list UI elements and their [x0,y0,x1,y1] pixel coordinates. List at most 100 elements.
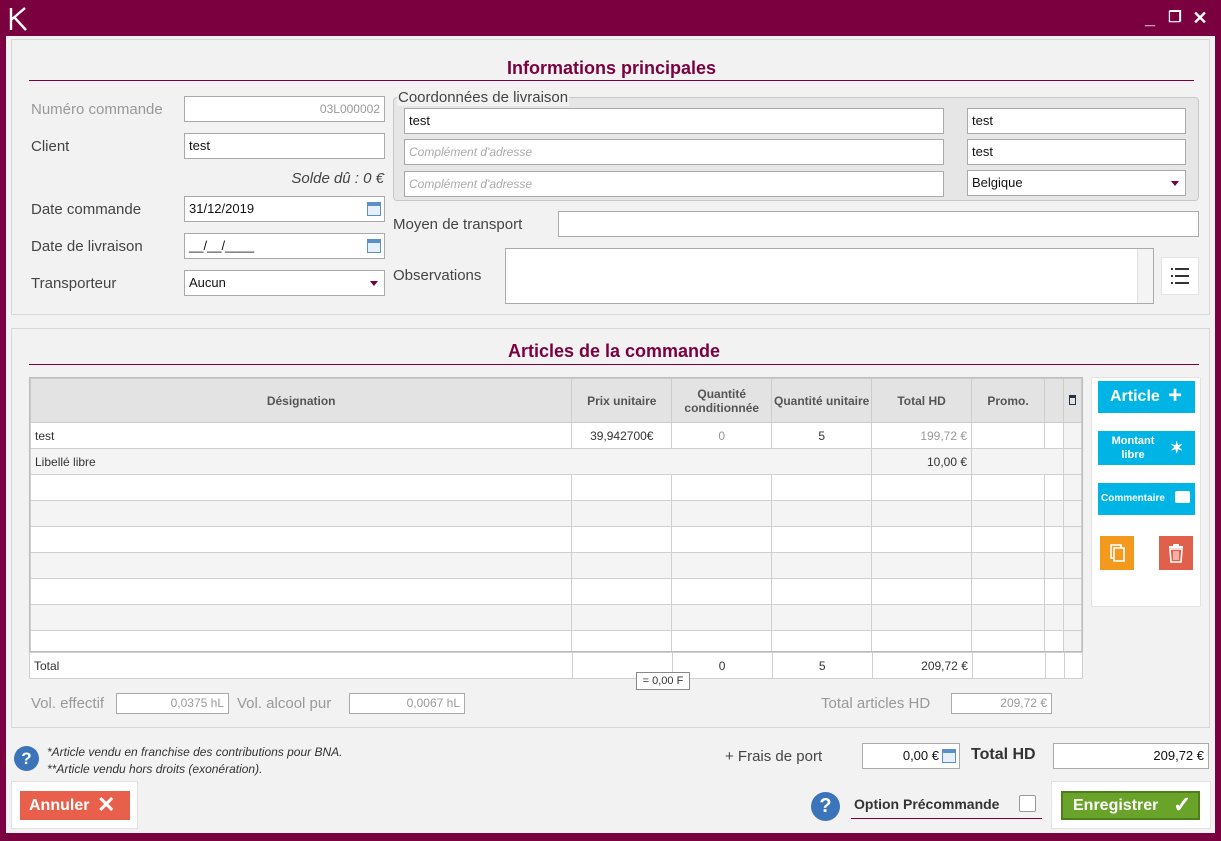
precommande-help-icon[interactable]: ? [811,792,840,821]
table-row[interactable] [30,604,1082,631]
frais-port-label: + Frais de port [725,748,823,765]
delivery-legend: Coordonnées de livraison [397,89,570,106]
address-complement-2[interactable]: Complément d'adresse [404,171,944,197]
total-label: Total [29,652,573,679]
conversion-tooltip: = 0,00 F [636,672,690,690]
transport-field[interactable] [558,211,1199,237]
copy-button[interactable] [1100,536,1134,570]
app-logo [8,6,30,32]
city-field[interactable]: test [967,139,1186,165]
plus-icon: + [1168,382,1183,409]
cell-empty [1043,422,1064,449]
cancel-button[interactable]: Annuler ✕ [20,791,130,820]
table-row[interactable] [30,578,1082,605]
country-select[interactable]: Belgique [967,170,1186,196]
observations-scrollbar[interactable] [1137,249,1153,303]
commentaire-label: Commentaire [1101,493,1165,504]
calendar-icon[interactable] [367,239,381,253]
minimize-icon[interactable]: _ [1140,8,1160,28]
precommande-underline [851,818,1042,819]
cell-qte-unit[interactable]: 5 [771,422,873,449]
date-commande-value: 31/12/2019 [189,201,255,216]
observations-field[interactable] [505,248,1154,304]
chevron-down-icon [370,281,378,286]
observations-label: Observations [393,267,482,284]
date-commande-field[interactable]: 31/12/2019 [184,196,385,222]
cell-designation[interactable]: Libellé libre [30,448,873,475]
date-livraison-field[interactable]: __/__/____ [184,233,385,259]
col-delete[interactable] [1062,378,1082,423]
cell-qte-cond[interactable]: 0 [671,422,773,449]
transporteur-select[interactable]: Aucun [184,270,385,296]
col-quantite-conditionnee[interactable]: Quantité conditionnée [671,378,773,423]
date-commande-label: Date commande [31,201,142,218]
note-bna: *Article vendu en franchise des contribu… [47,745,343,759]
postal-code-field[interactable]: test [967,108,1186,134]
save-button[interactable]: Enregistrer ✓ [1061,791,1200,820]
cancel-label: Annuler [29,797,90,814]
total-hd-field: 209,72 € [1053,743,1209,769]
montant-libre-button[interactable]: Montant libre ✶ [1098,431,1195,465]
date-livraison-label: Date de livraison [31,238,143,255]
add-article-button[interactable]: Article + [1098,381,1195,413]
total-qte-unit: 5 [771,652,873,679]
client-field[interactable]: test [184,133,385,159]
save-label: Enregistrer [1073,797,1159,814]
articles-table-wrap: Désignation Prix unitaire Quantité condi… [29,377,1083,678]
total-hd-label: Total HD [971,746,1036,763]
cell-empty [971,448,1064,475]
copy-icon [1110,544,1125,562]
table-row[interactable]: test 39,942700€ 0 5 199,72 € [30,422,1082,449]
precommande-checkbox[interactable] [1019,795,1036,812]
total-value: 209,72 € [871,652,973,679]
chevron-down-icon [1171,181,1179,186]
vol-effectif-field: 0,0375 hL [116,693,229,714]
col-designation[interactable]: Désignation [30,378,573,423]
articles-table: Désignation Prix unitaire Quantité condi… [30,378,1082,657]
precommande-label: Option Précommande [854,796,1000,812]
cell-prix[interactable]: 39,942700€ [571,422,673,449]
address-complement-1[interactable]: Complément d'adresse [404,139,944,165]
solde-text: Solde dû : 0 € [291,170,384,187]
frais-port-field[interactable]: 0,00 € [862,743,960,769]
cell-total: 199,72 € [871,422,973,449]
table-row[interactable] [30,474,1082,501]
frais-port-value: 0,00 € [902,748,939,763]
calendar-icon[interactable] [367,202,381,216]
transporteur-value: Aucun [189,275,226,290]
total-articles-label: Total articles HD [821,695,931,712]
address-field[interactable]: test [404,108,944,134]
commentaire-button[interactable]: Commentaire [1098,483,1195,515]
close-window-icon[interactable]: ✕ [1190,8,1210,28]
trash-icon [1169,544,1183,563]
check-icon: ✓ [1173,792,1192,817]
col-quantite-unitaire[interactable]: Quantité unitaire [771,378,873,423]
close-icon: ✕ [97,792,116,817]
main-info-divider [29,80,1194,81]
help-icon[interactable]: ? [14,746,39,771]
trash-small-icon [1068,394,1076,405]
col-promo[interactable]: Promo. [971,378,1045,423]
date-livraison-value: __/__/____ [189,238,255,253]
table-row[interactable] [30,552,1082,579]
list-icon [1171,268,1189,284]
col-total-hd[interactable]: Total HD [871,378,973,423]
client-label: Client [31,138,70,155]
table-row[interactable] [30,500,1082,527]
cell-designation[interactable]: test [30,422,573,449]
numero-field: 03L000002 [184,96,385,122]
col-prix-unitaire[interactable]: Prix unitaire [571,378,673,423]
list-button[interactable] [1161,257,1199,295]
calculator-icon[interactable] [942,749,956,763]
restore-icon[interactable]: ❐ [1165,8,1185,28]
country-value: Belgique [972,175,1023,190]
table-row[interactable]: Libellé libre 10,00 € [30,448,1082,475]
vol-alcool-label: Vol. alcool pur [237,695,332,712]
articles-title: Articles de la commande [507,341,721,361]
table-row[interactable] [30,526,1082,553]
delete-button[interactable] [1159,536,1193,570]
cell-scroll [1062,448,1082,475]
cell-promo[interactable] [971,422,1045,449]
total-articles-field: 209,72 € [951,693,1052,714]
cell-total: 10,00 € [871,448,973,475]
